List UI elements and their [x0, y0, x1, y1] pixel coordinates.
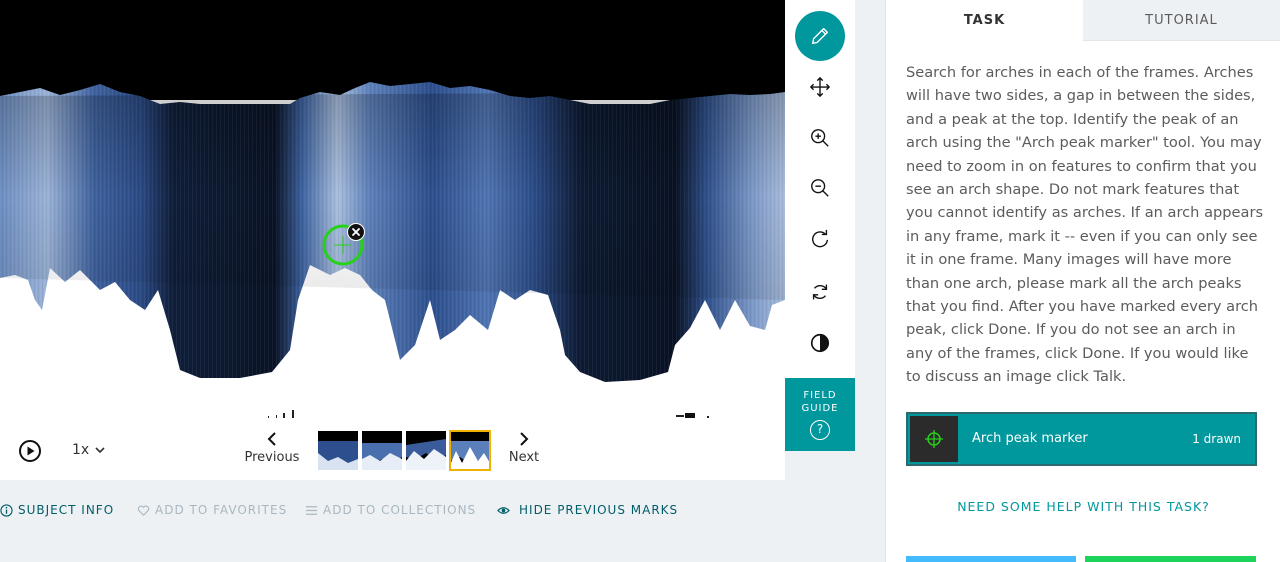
hide-previous-marks-label: HIDE PREVIOUS MARKS	[519, 503, 679, 517]
annotate-tool-button[interactable]	[795, 11, 845, 61]
field-guide-button[interactable]: FIELD GUIDE ?	[785, 378, 855, 451]
rotate-button[interactable]	[785, 217, 855, 261]
question-icon: ?	[810, 420, 830, 440]
contrast-icon	[810, 333, 830, 353]
eye-icon	[497, 506, 510, 514]
frame-thumbnail-3[interactable]	[406, 431, 446, 470]
playback-speed-value: 1x	[72, 442, 90, 458]
tool-drawn-count: 1 drawn	[1192, 432, 1241, 446]
rotate-icon	[812, 229, 829, 248]
task-tabs: TASK TUTORIAL	[886, 0, 1280, 41]
crosshair-icon-box	[910, 416, 958, 462]
zoom-in-icon	[811, 129, 829, 147]
subject-info-label: SUBJECT INFO	[18, 503, 115, 517]
frame-thumbnail-1[interactable]	[318, 431, 358, 470]
invert-colors-button[interactable]	[785, 321, 855, 365]
frame-thumbnail-4[interactable]	[449, 430, 491, 471]
add-to-collections-button[interactable]: ADD TO COLLECTIONS	[305, 503, 476, 517]
add-to-favorites-label: ADD TO FAVORITES	[155, 503, 288, 517]
arch-peak-marker-tool[interactable]: Arch peak marker 1 drawn	[906, 412, 1257, 466]
list-icon	[305, 505, 318, 515]
chevron-left-icon	[267, 432, 276, 446]
pencil-icon	[811, 27, 829, 45]
crosshair-icon	[925, 430, 943, 448]
zoom-out-icon	[811, 179, 829, 197]
previous-label: Previous	[244, 450, 300, 465]
next-frame-button[interactable]: Next	[503, 432, 545, 465]
tool-label: Arch peak marker	[972, 431, 1088, 446]
play-icon[interactable]	[18, 439, 42, 463]
chevron-right-icon	[520, 432, 529, 446]
done-button[interactable]	[1085, 556, 1256, 562]
zoom-in-button[interactable]	[785, 116, 855, 160]
subject-info-button[interactable]: SUBJECT INFO	[0, 503, 114, 517]
move-icon	[809, 76, 831, 98]
tab-tutorial[interactable]: TUTORIAL	[1083, 0, 1280, 41]
reset-icon	[812, 284, 828, 300]
previous-frame-button[interactable]: Previous	[243, 432, 301, 465]
zoom-out-button[interactable]	[785, 166, 855, 210]
tab-task[interactable]: TASK	[886, 0, 1083, 41]
talk-button[interactable]	[906, 556, 1076, 562]
task-instructions: Search for arches in each of the frames.…	[906, 64, 1264, 386]
playback-speed-select[interactable]: 1x	[72, 442, 105, 458]
hide-previous-marks-button[interactable]: HIDE PREVIOUS MARKS	[497, 503, 678, 517]
move-tool-button[interactable]	[785, 65, 855, 109]
add-to-favorites-button[interactable]: ADD TO FAVORITES	[137, 503, 287, 517]
next-label: Next	[508, 450, 540, 465]
heart-icon	[137, 504, 150, 516]
field-guide-label-line2: GUIDE	[801, 403, 839, 414]
delete-mark-icon[interactable]	[347, 223, 365, 241]
subject-image[interactable]	[0, 0, 785, 420]
frame-thumbnail-2[interactable]	[362, 431, 402, 470]
subject-meta-bar: SUBJECT INFO ADD TO FAVORITES ADD TO COL…	[0, 503, 785, 523]
add-to-collections-label: ADD TO COLLECTIONS	[323, 503, 477, 517]
frame-controls: 1x Previous Next	[0, 420, 785, 480]
field-guide-label-line1: FIELD	[803, 390, 837, 401]
task-panel: TASK TUTORIAL Search for arches in each …	[885, 0, 1280, 562]
reset-view-button[interactable]	[785, 270, 855, 314]
task-help-link[interactable]: NEED SOME HELP WITH THIS TASK?	[886, 499, 1280, 514]
info-icon	[0, 503, 13, 517]
subject-viewer: 1x Previous Next	[0, 0, 785, 480]
chevron-down-icon	[95, 446, 105, 453]
image-toolbar	[785, 0, 855, 378]
